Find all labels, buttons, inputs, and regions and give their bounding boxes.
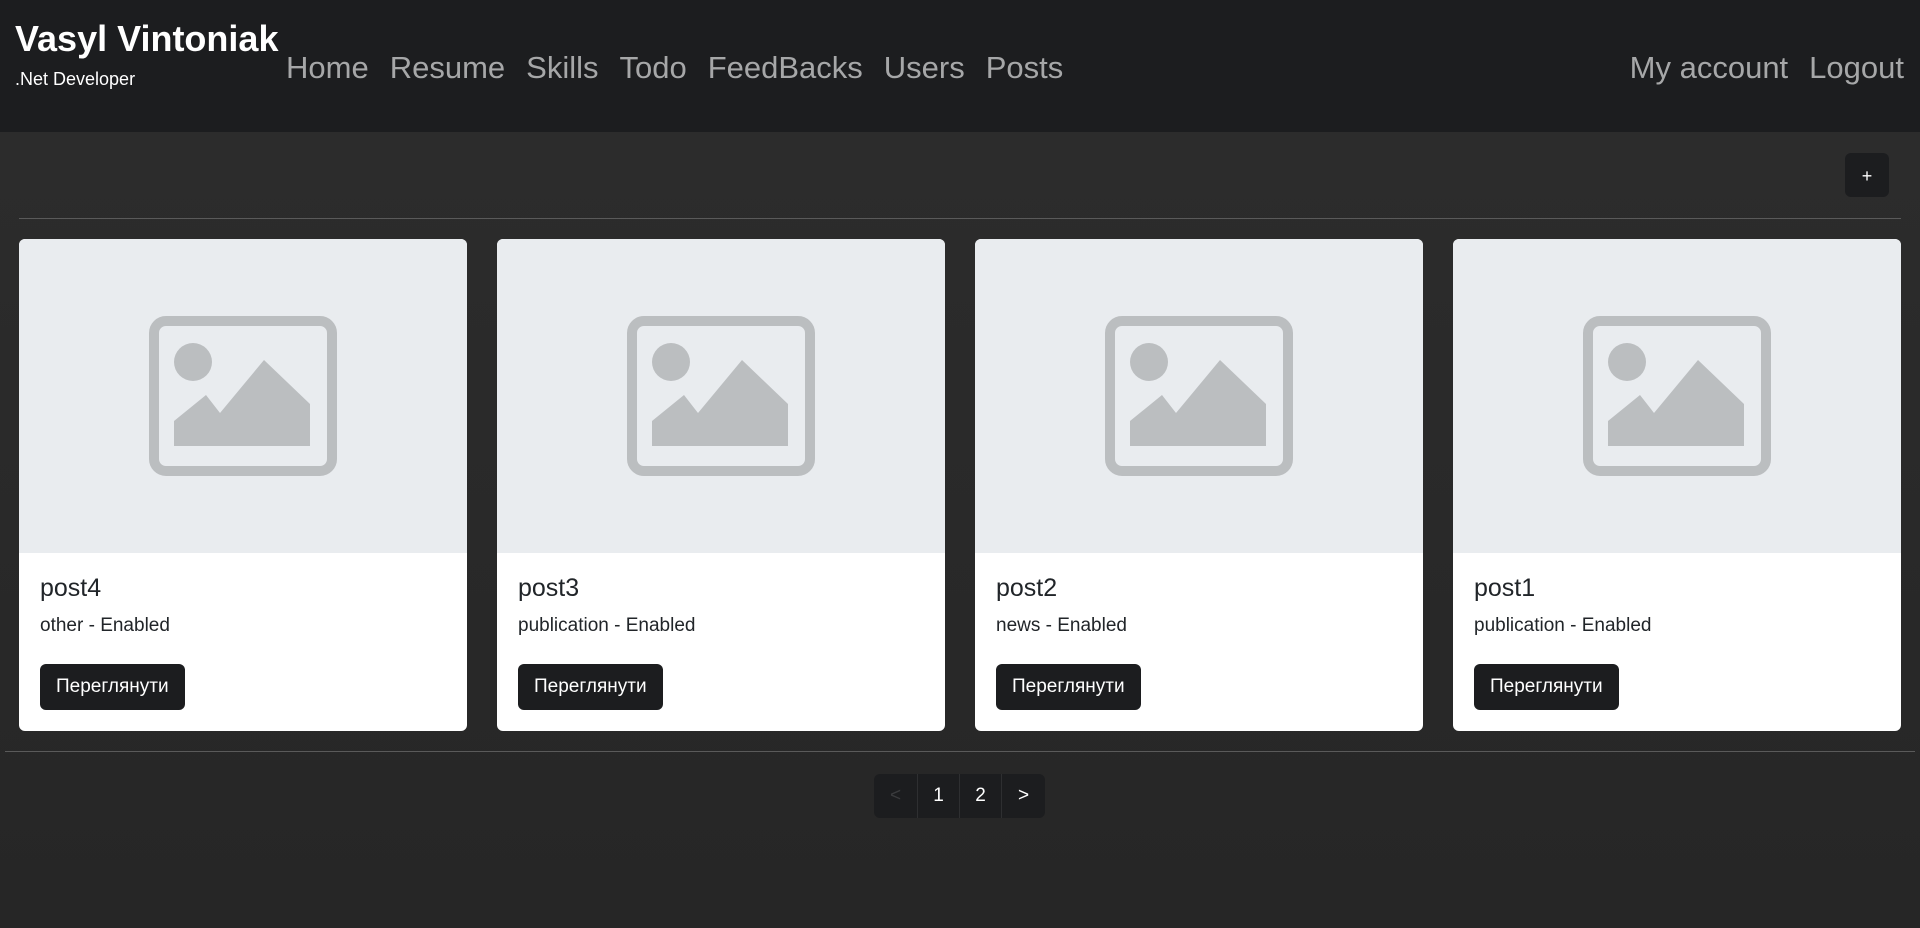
post-cards: post4 other - Enabled Переглянути post3 … xyxy=(19,239,1901,731)
post-card: post2 news - Enabled Переглянути xyxy=(975,239,1423,731)
brand-subtitle: .Net Developer xyxy=(15,69,136,89)
card-body: post4 other - Enabled xyxy=(19,553,467,657)
card-image xyxy=(19,239,467,553)
image-placeholder-icon xyxy=(627,316,815,476)
pagination-prev[interactable]: < xyxy=(874,774,918,818)
nav-link-my-account[interactable]: My account xyxy=(1630,50,1789,86)
card-body: post1 publication - Enabled xyxy=(1453,553,1901,657)
card-subtitle: other - Enabled xyxy=(40,615,170,636)
card-subtitle: publication - Enabled xyxy=(518,615,696,636)
card-body: post2 news - Enabled xyxy=(975,553,1423,657)
nav-link-skills[interactable]: Skills xyxy=(526,50,598,86)
divider xyxy=(19,218,1901,219)
post-card: post4 other - Enabled Переглянути xyxy=(19,239,467,731)
card-body: post3 publication - Enabled xyxy=(497,553,945,657)
nav-links: Home Resume Skills Todo FeedBacks Users … xyxy=(286,50,1063,86)
card-image xyxy=(497,239,945,553)
post-card: post3 publication - Enabled Переглянути xyxy=(497,239,945,731)
view-post-button[interactable]: Переглянути xyxy=(518,664,663,710)
image-placeholder-icon xyxy=(149,316,337,476)
card-image xyxy=(1453,239,1901,553)
view-post-button[interactable]: Переглянути xyxy=(1474,664,1619,710)
image-placeholder-icon xyxy=(1105,316,1293,476)
card-title: post4 xyxy=(40,574,102,602)
card-subtitle: publication - Enabled xyxy=(1474,615,1652,636)
nav-link-posts[interactable]: Posts xyxy=(986,50,1064,86)
nav-link-logout[interactable]: Logout xyxy=(1809,50,1904,86)
card-subtitle: news - Enabled xyxy=(996,615,1127,636)
card-title: post2 xyxy=(996,574,1058,602)
pagination-next[interactable]: > xyxy=(1002,774,1045,818)
brand[interactable]: Vasyl Vintoniak .Net Developer xyxy=(15,18,278,90)
nav-link-todo[interactable]: Todo xyxy=(619,50,686,86)
pagination: < 1 2 > xyxy=(874,774,1045,818)
nav-link-home[interactable]: Home xyxy=(286,50,369,86)
image-placeholder-icon xyxy=(1583,316,1771,476)
card-title: post3 xyxy=(518,574,580,602)
nav-link-users[interactable]: Users xyxy=(884,50,965,86)
divider xyxy=(5,751,1915,752)
nav-link-feedbacks[interactable]: FeedBacks xyxy=(708,50,863,86)
view-post-button[interactable]: Переглянути xyxy=(40,664,185,710)
view-post-button[interactable]: Переглянути xyxy=(996,664,1141,710)
card-title: post1 xyxy=(1474,574,1536,602)
pagination-page-1[interactable]: 1 xyxy=(918,774,960,818)
add-post-button[interactable]: + xyxy=(1845,153,1889,197)
pagination-page-2[interactable]: 2 xyxy=(960,774,1002,818)
nav-link-resume[interactable]: Resume xyxy=(390,50,505,86)
post-card: post1 publication - Enabled Переглянути xyxy=(1453,239,1901,731)
navbar: Vasyl Vintoniak .Net Developer Home Resu… xyxy=(0,0,1920,132)
card-image xyxy=(975,239,1423,553)
brand-name[interactable]: Vasyl Vintoniak xyxy=(15,18,278,60)
nav-right: My account Logout xyxy=(1630,50,1904,86)
